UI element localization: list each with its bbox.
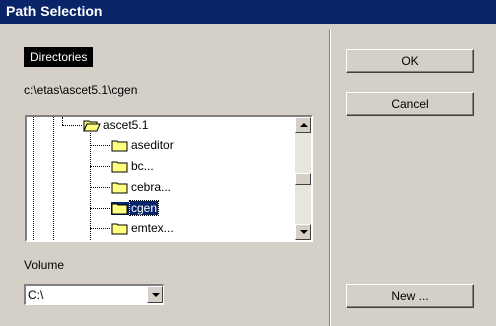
folder-icon [111, 223, 128, 235]
window-title: Path Selection [6, 3, 103, 19]
current-path: c:\etas\ascet5.1\cgen [24, 83, 138, 97]
new-button[interactable]: New ... [346, 284, 474, 308]
tree-guide-line [62, 125, 82, 126]
directories-label: Directories [24, 47, 94, 67]
panel-separator [329, 30, 331, 326]
directory-tree[interactable]: ascet5.1 aseditor bc... cebra... cgen em… [25, 115, 313, 242]
tree-node-bc[interactable]: bc... [131, 159, 154, 173]
tree-node-emtex[interactable]: emtex... [131, 221, 174, 235]
volume-label: Volume [24, 258, 65, 272]
tree-guide-line [90, 166, 110, 167]
scroll-up-button[interactable] [295, 117, 311, 133]
tree-guide-line [53, 117, 54, 240]
tree-node-cebra[interactable]: cebra... [131, 180, 171, 194]
cancel-button[interactable]: Cancel [346, 92, 474, 116]
scroll-thumb[interactable] [295, 173, 311, 185]
tree-guide-line [90, 228, 110, 229]
ok-button[interactable]: OK [346, 49, 474, 73]
tree-guide-line [62, 117, 63, 125]
tree-node-aseditor[interactable]: aseditor [131, 138, 174, 152]
tree-guide-line [90, 187, 110, 188]
volume-dropdown-button[interactable] [147, 286, 163, 303]
volume-select[interactable]: C:\ [24, 284, 164, 305]
tree-guide-line [90, 145, 110, 146]
arrow-down-icon [300, 230, 308, 234]
tree-guide-line [90, 208, 110, 209]
folder-icon [111, 161, 128, 173]
title-bar: Path Selection [0, 0, 496, 24]
folder-icon [111, 182, 128, 194]
tree-scrollbar[interactable] [295, 117, 311, 240]
tree-node-cgen[interactable]: cgen [128, 200, 160, 216]
volume-value: C:\ [28, 288, 44, 302]
folder-icon [111, 140, 128, 152]
tree-guide-line [33, 117, 34, 240]
tree-node-ascet[interactable]: ascet5.1 [103, 118, 148, 132]
folder-icon [111, 202, 129, 215]
open-folder-icon [83, 120, 101, 132]
arrow-up-icon [300, 123, 308, 127]
chevron-down-icon [152, 293, 160, 297]
scroll-down-button[interactable] [295, 224, 311, 240]
